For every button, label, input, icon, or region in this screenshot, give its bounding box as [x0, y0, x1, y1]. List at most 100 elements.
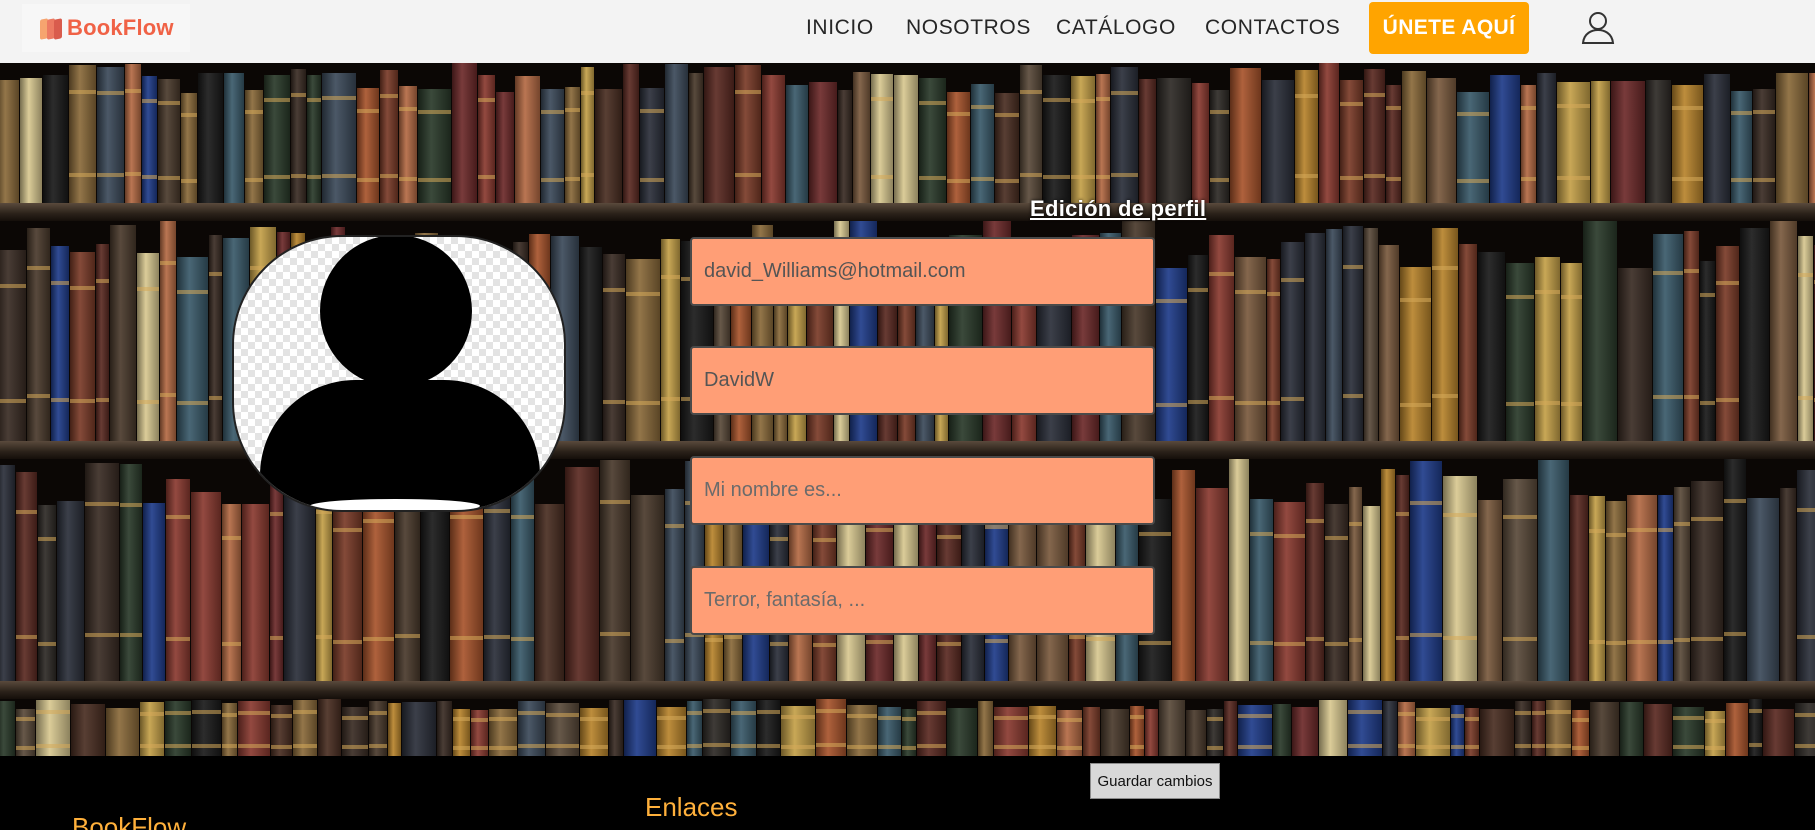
book-spine: [1364, 69, 1385, 203]
book-spine: [16, 709, 35, 756]
book-spine: [1156, 268, 1187, 441]
book-spine: [158, 79, 180, 203]
nav-link-inicio[interactable]: INICIO: [806, 16, 874, 40]
book-spine: [1379, 245, 1399, 441]
book-spine: [1348, 700, 1382, 756]
book-spine: [1691, 481, 1723, 681]
username-field[interactable]: [690, 346, 1155, 415]
book-spine: [496, 92, 514, 203]
page-title: Edición de perfil: [1030, 196, 1207, 221]
book-spine: [1306, 483, 1324, 681]
book-spine: [1674, 487, 1690, 681]
book-spine: [1210, 90, 1229, 203]
nav-link-contactos[interactable]: CONTACTOS: [1205, 16, 1340, 40]
book-spine: [1262, 80, 1294, 203]
book-spine: [1250, 499, 1273, 681]
book-spine: [177, 257, 208, 441]
book-spine: [1281, 242, 1304, 441]
book-spine: [1538, 460, 1569, 681]
book-spine: [1274, 502, 1305, 681]
book-spine: [731, 701, 756, 756]
book-spine: [1618, 268, 1652, 441]
nav-link-nosotros[interactable]: NOSOTROS: [906, 16, 1031, 40]
avatar-placeholder-icon[interactable]: [232, 235, 566, 512]
book-spine: [1083, 707, 1100, 756]
book-spine: [1795, 703, 1815, 756]
top-navbar: BookFlow INICIO NOSOTROS CATÁLOGO CONTAC…: [0, 0, 1815, 63]
join-button[interactable]: ÚNETE AQUÍ: [1369, 2, 1529, 54]
book-spine: [357, 88, 379, 203]
book-spine: [1349, 487, 1362, 681]
book-spine: [1396, 475, 1409, 681]
book-spine: [609, 700, 623, 756]
book-spine: [1071, 76, 1095, 203]
book-spine: [640, 88, 664, 203]
book-spine: [757, 700, 780, 756]
book-spine: [1515, 701, 1531, 756]
book-spine: [245, 90, 263, 203]
book-spine: [1427, 78, 1456, 203]
book-spine: [271, 705, 292, 756]
book-spine: [191, 492, 221, 681]
book-spine: [57, 501, 84, 681]
book-spine: [322, 73, 356, 203]
book-spine: [1724, 459, 1746, 681]
book-spine: [1229, 459, 1249, 681]
user-icon[interactable]: [1580, 9, 1616, 45]
book-spine: [388, 703, 401, 756]
book-spine: [1589, 496, 1605, 681]
book-spine: [1186, 710, 1206, 756]
brand-logo[interactable]: BookFlow: [22, 4, 190, 52]
book-spine: [1238, 705, 1272, 756]
book-spine: [97, 67, 124, 203]
shelf-board: [0, 681, 1815, 699]
book-spine: [781, 706, 815, 756]
book-spine: [478, 75, 495, 203]
book-spine: [1627, 495, 1657, 681]
book-spine: [657, 707, 686, 756]
full-name-field[interactable]: [690, 456, 1155, 525]
book-spine: [1478, 252, 1505, 441]
book-spine: [762, 75, 785, 203]
book-spine: [947, 708, 977, 756]
book-spine: [1704, 74, 1730, 203]
book-spine: [919, 78, 946, 203]
book-spine: [1747, 498, 1779, 681]
shelf-board: [0, 203, 1815, 221]
book-spine: [1798, 236, 1813, 441]
nav-link-catalogo[interactable]: CATÁLOGO: [1056, 16, 1176, 40]
book-spine: [809, 82, 837, 203]
book-spine: [238, 701, 270, 756]
book-spine: [978, 701, 993, 756]
book-spine: [1753, 89, 1775, 203]
book-spine: [1763, 709, 1794, 756]
book-spine: [51, 246, 69, 441]
book-spine: [489, 709, 517, 756]
book-spine: [1684, 231, 1699, 441]
book-spine: [665, 64, 688, 203]
book-spine: [1537, 73, 1556, 203]
book-spine: [166, 479, 190, 681]
genres-field[interactable]: [690, 566, 1155, 635]
book-spine: [1325, 504, 1348, 681]
book-spine: [1398, 702, 1415, 756]
book-spine: [1606, 501, 1626, 681]
book-spine: [1726, 703, 1748, 756]
email-field[interactable]: [690, 237, 1155, 306]
book-spine: [69, 65, 96, 203]
book-spine: [71, 704, 105, 756]
book-spine: [1381, 469, 1395, 681]
book-spine: [595, 89, 622, 203]
save-changes-button[interactable]: Guardar cambios: [1090, 763, 1220, 799]
book-spine: [853, 72, 870, 203]
book-spine: [580, 708, 608, 756]
book-spine: [402, 702, 436, 756]
book-spine: [96, 244, 109, 441]
book-spine: [1273, 704, 1291, 756]
book-spine: [125, 64, 141, 203]
book-spine: [0, 701, 15, 756]
book-spine: [1740, 228, 1769, 441]
book-spine: [515, 76, 540, 203]
book-spine: [1172, 470, 1195, 681]
book-spine: [120, 464, 142, 681]
